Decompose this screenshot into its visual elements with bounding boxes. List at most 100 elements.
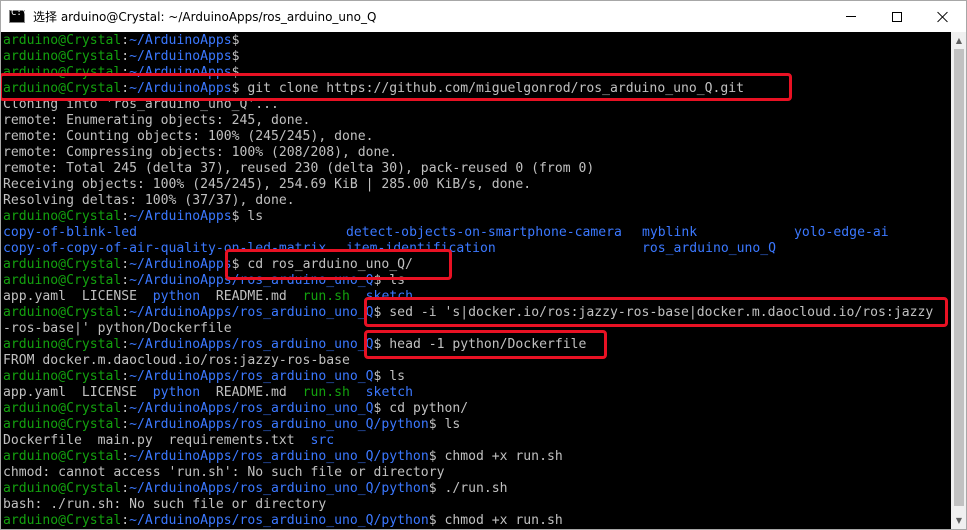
command-text: $ ls [428,417,461,432]
vertical-scrollbar[interactable]: ▲ ▼ [951,32,966,529]
output-text: remote: Counting objects: 100% (245/245)… [3,129,374,144]
prompt-path: ~/ArduinoApps/ros_arduino_uno_Q/python [129,481,429,496]
prompt-user: arduino@Crystal [3,481,122,496]
prompt-line: arduino@Crystal:~/ArduinoApps$ git clone… [3,81,744,97]
command-text: $ [231,33,240,48]
prompt-colon: : [121,513,130,528]
command-text: $ [231,65,240,80]
minimize-button[interactable] [828,1,874,32]
prompt-line: arduino@Crystal:~/ArduinoApps/ros_arduin… [3,401,468,417]
prompt-path: ~/ArduinoApps/ros_arduino_uno_Q [129,369,374,384]
output-text: bash: ./run.sh: No such file or director… [3,497,327,512]
prompt-line: arduino@Crystal:~/ArduinoApps/ros_arduin… [3,513,563,529]
prompt-line: arduino@Crystal:~/ArduinoApps/ros_arduin… [3,449,563,465]
command-text: $ sed -i 's|docker.io/ros:jazzy-ros-base… [373,305,934,320]
command-text: $ [231,49,240,64]
output-fragment: app.yaml LICENSE [3,289,153,304]
prompt-line: arduino@Crystal:~/ArduinoApps/ros_arduin… [3,273,405,289]
prompt-user: arduino@Crystal [3,369,122,384]
output-line: remote: Compressing objects: 100% (208/2… [3,145,397,161]
command-text: $ cd python/ [373,401,469,416]
prompt-line: arduino@Crystal:~/ArduinoApps/ros_arduin… [3,369,405,385]
ls-entry: copy-of-blink-led [3,225,138,240]
minimize-icon [846,16,856,17]
prompt-user: arduino@Crystal [3,337,122,352]
output-line: chmod: cannot access 'run.sh': No such f… [3,465,444,481]
output-line: bash: ./run.sh: No such file or director… [3,497,326,513]
close-button[interactable] [920,1,966,32]
output-text: Receiving objects: 100% (245/245), 254.6… [3,177,532,192]
window-title: 选择 arduino@Crystal: ~/ArduinoApps/ros_ar… [33,10,377,24]
maximize-button[interactable] [874,1,920,32]
prompt-user: arduino@Crystal [3,449,122,464]
prompt-path: ~/ArduinoApps [129,209,232,224]
output-fragment: python [152,385,201,400]
scroll-down-arrow-icon[interactable]: ▼ [951,512,966,529]
scroll-up-arrow-icon[interactable]: ▲ [951,32,966,49]
output-line: -ros-base|' python/Dockerfile [3,321,232,337]
prompt-colon: : [121,257,130,272]
prompt-colon: : [121,305,130,320]
output-fragment [350,289,366,304]
prompt-user: arduino@Crystal [3,209,122,224]
prompt-path: ~/ArduinoApps [129,33,232,48]
command-text: $ ls [231,209,264,224]
prompt-line: arduino@Crystal:~/ArduinoApps/ros_arduin… [3,481,508,497]
prompt-colon: : [121,33,130,48]
prompt-line: arduino@Crystal:~/ArduinoApps/ros_arduin… [3,337,586,353]
prompt-line: arduino@Crystal:~/ArduinoApps$ [3,33,240,49]
prompt-line: arduino@Crystal:~/ArduinoApps$ cd ros_ar… [3,257,413,273]
prompt-user: arduino@Crystal [3,81,122,96]
output-fragment: sketch [365,289,413,304]
prompt-user: arduino@Crystal [3,49,122,64]
ls-entry: detect-objects-on-smartphone-camera [346,225,622,240]
prompt-user: arduino@Crystal [3,33,122,48]
output-line: app.yaml LICENSE python README.md run.sh… [3,385,413,401]
prompt-line: arduino@Crystal:~/ArduinoApps/ros_arduin… [3,305,933,321]
output-fragment: run.sh [302,289,350,304]
prompt-line: arduino@Crystal:~/ArduinoApps$ [3,49,240,65]
prompt-path: ~/ArduinoApps/ros_arduino_uno_Q [129,401,374,416]
command-text: $ chmod +x run.sh [428,449,563,464]
command-text: $ ./run.sh [428,481,508,496]
prompt-path: ~/ArduinoApps/ros_arduino_uno_Q/python [129,449,429,464]
output-line: Dockerfile main.py requirements.txt src [3,433,334,449]
output-fragment [350,385,366,400]
output-text: Cloning into 'ros_arduino_uno_Q'... [3,97,279,112]
scroll-thumb[interactable] [954,49,964,506]
command-text: $ head -1 python/Dockerfile [373,337,587,352]
prompt-colon: : [121,481,130,496]
output-line: remote: Total 245 (delta 37), reused 230… [3,161,594,177]
ls-entry: yolo-edge-ai [794,225,889,240]
prompt-line: arduino@Crystal:~/ArduinoApps$ ls [3,209,263,225]
title-bar[interactable]: C:\ 选择 arduino@Crystal: ~/ArduinoApps/ro… [1,1,966,32]
output-text: remote: Total 245 (delta 37), reused 230… [3,161,595,176]
output-line: Resolving deltas: 100% (37/37), done. [3,193,295,209]
prompt-user: arduino@Crystal [3,65,122,80]
prompt-line: arduino@Crystal:~/ArduinoApps$ [3,65,240,81]
output-line: Cloning into 'ros_arduino_uno_Q'... [3,97,279,113]
ls-entry: copy-of-copy-of-air-quality-on-led-matri… [3,241,327,256]
output-line: Receiving objects: 100% (245/245), 254.6… [3,177,531,193]
prompt-colon: : [121,417,130,432]
output-text: -ros-base|' python/Dockerfile [3,321,232,336]
maximize-icon [892,11,902,22]
prompt-path: ~/ArduinoApps [129,257,232,272]
prompt-colon: : [121,337,130,352]
output-line: app.yaml LICENSE python README.md run.sh… [3,289,413,305]
command-text: $ chmod +x run.sh [428,513,563,528]
prompt-path: ~/ArduinoApps/ros_arduino_uno_Q [129,305,374,320]
terminal-output[interactable]: arduino@Crystal:~/ArduinoApps$ arduino@Cr… [1,32,951,529]
output-line: FROM docker.m.daocloud.io/ros:jazzy-ros-… [3,353,350,369]
ls-entry: item-identification [346,241,496,256]
output-fragment: python [152,289,201,304]
prompt-colon: : [121,369,130,384]
prompt-line: arduino@Crystal:~/ArduinoApps/ros_arduin… [3,417,460,433]
prompt-colon: : [121,273,130,288]
prompt-colon: : [121,449,130,464]
output-fragment: app.yaml LICENSE [3,385,153,400]
output-text: remote: Compressing objects: 100% (208/2… [3,145,398,160]
prompt-path: ~/ArduinoApps [129,81,232,96]
output-text: Resolving deltas: 100% (37/37), done. [3,193,295,208]
prompt-colon: : [121,65,130,80]
